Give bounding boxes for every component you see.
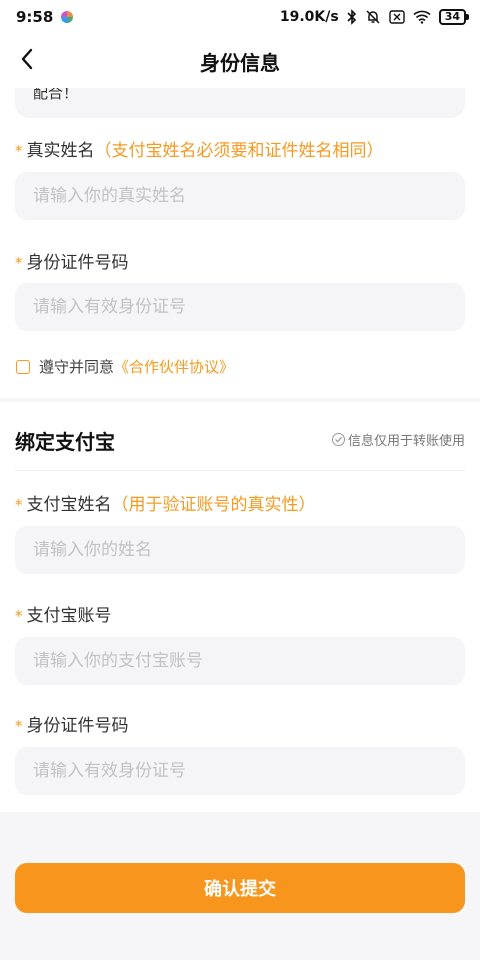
status-time: 9:58 — [16, 8, 54, 26]
status-bar: 9:58 19.0K/s 34 — [0, 0, 480, 34]
nav-bar: 身份信息 — [0, 34, 480, 88]
required-mark: * — [15, 717, 23, 735]
section-divider — [15, 470, 465, 471]
chevron-left-icon — [20, 48, 34, 74]
wifi-icon — [413, 10, 431, 24]
partner-agreement-link[interactable]: 《合作伙伴协议》 — [114, 356, 234, 377]
alipay-id-label-text: 身份证件号码 — [26, 716, 129, 736]
check-circle-icon — [331, 433, 345, 446]
bluetooth-icon — [347, 9, 357, 25]
required-mark: * — [15, 254, 23, 272]
real-name-label-text: 真实姓名 — [26, 141, 95, 161]
alipay-name-hint: （用于验证账号的真实性） — [111, 495, 316, 515]
checkbox-icon[interactable] — [16, 359, 30, 374]
alipay-account-label-text: 支付宝账号 — [26, 606, 112, 626]
notice-text: 配合！ — [33, 88, 79, 102]
alipay-note: 信息仅用于转账使用 — [331, 430, 465, 449]
required-mark: * — [15, 142, 23, 160]
id-number-label: * 身份证件号码 — [15, 248, 129, 273]
identity-section: 配合！ *真实姓名（支付宝姓名必须要和证件姓名相同） *身份证件号码 遵守并同意… — [0, 88, 480, 398]
alipay-section-title: 绑定支付宝 — [15, 430, 115, 454]
submit-button[interactable]: 确认提交 — [15, 863, 465, 913]
real-name-hint: （支付宝姓名必须要和证件姓名相同） — [94, 141, 384, 161]
id-number-label-text: 身份证件号码 — [26, 253, 129, 273]
alipay-account-input[interactable] — [15, 637, 465, 685]
app-notification-icon — [61, 11, 74, 23]
real-name-label: * 真实姓名（支付宝姓名必须要和证件姓名相同） — [15, 136, 384, 161]
page-title: 身份信息 — [200, 50, 280, 75]
real-name-input[interactable] — [15, 172, 465, 220]
agreement-row: 遵守并同意 《合作伙伴协议》 — [16, 356, 234, 377]
bell-off-icon — [365, 9, 381, 25]
alipay-section: 绑定支付宝 信息仅用于转账使用 *支付宝姓名（用于验证账号的真实性） *支付宝账… — [0, 402, 480, 812]
required-mark: * — [15, 496, 23, 514]
back-button[interactable] — [10, 44, 44, 78]
alipay-id-label: * 身份证件号码 — [15, 711, 129, 736]
alipay-id-input[interactable] — [15, 747, 465, 795]
required-mark: * — [15, 607, 23, 625]
status-right-group: 19.0K/s 34 — [279, 9, 470, 25]
alipay-name-input[interactable] — [15, 526, 465, 574]
notice-banner: 配合！ — [15, 88, 465, 118]
alipay-note-text: 信息仅用于转账使用 — [347, 434, 465, 449]
alipay-account-label: * 支付宝账号 — [15, 601, 112, 626]
id-number-input[interactable] — [15, 283, 465, 331]
alipay-name-label-text: 支付宝姓名 — [26, 495, 112, 515]
network-speed: 19.0K/s — [279, 9, 339, 25]
agreement-text: 遵守并同意 — [39, 358, 115, 376]
alipay-name-label: * 支付宝姓名（用于验证账号的真实性） — [15, 490, 316, 515]
sim-icon — [388, 10, 405, 24]
battery-icon: 34 — [438, 9, 470, 25]
